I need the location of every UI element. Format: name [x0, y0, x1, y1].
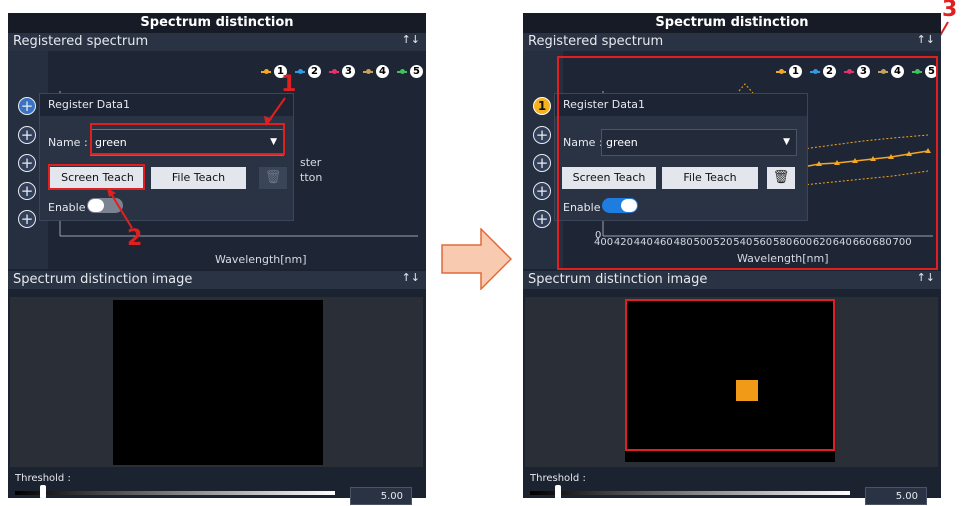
legend-number: 5 [924, 64, 939, 79]
chevron-down-icon: ▼ [783, 137, 790, 147]
legend: 1 2 3 4 5 [769, 64, 939, 79]
threshold-slider[interactable] [530, 491, 850, 495]
x-tick-label: 500 [693, 237, 713, 248]
name-label: Name : [563, 136, 603, 149]
callout-3: 3 [942, 0, 958, 22]
x-tick-label: 680 [872, 237, 892, 248]
enable-toggle[interactable] [602, 198, 638, 213]
series-lower-bound [802, 170, 929, 186]
legend-entry-2[interactable]: 2 [810, 64, 837, 79]
image-section-header: Spectrum distinction image ↑↓ [523, 271, 941, 289]
legend-entry-4[interactable]: 4 [878, 64, 905, 79]
legend-entry-3[interactable]: 3 [844, 64, 871, 79]
screen-teach-button[interactable]: Screen Teach [562, 167, 656, 189]
legend-number: 3 [856, 64, 871, 79]
threshold-value[interactable]: 5.00 [865, 487, 927, 505]
detected-region [736, 380, 758, 401]
x-tick-label: 580 [773, 237, 793, 248]
trash-icon[interactable]: 🗑 [767, 167, 795, 189]
x-tick-label: 540 [733, 237, 753, 248]
callout-2: 2 [127, 226, 143, 251]
right-panel: Spectrum distinction Registered spectrum… [523, 13, 941, 505]
x-tick-label: 560 [753, 237, 773, 248]
panel-title: Spectrum distinction [523, 13, 941, 33]
expand-collapse-icon[interactable]: ↑↓ [917, 31, 935, 49]
x-tick-label: 420 [613, 237, 633, 248]
name-dropdown[interactable]: green ▼ [601, 129, 797, 156]
callout-1: 1 [281, 72, 297, 97]
name-value: green [606, 136, 638, 149]
legend-number: 1 [788, 64, 803, 79]
threshold-slider-thumb[interactable] [555, 485, 561, 499]
distinction-image [625, 300, 835, 462]
x-tick-label: 620 [812, 237, 832, 248]
x-tick-label: 440 [633, 237, 653, 248]
x-tick-label: 400 [594, 237, 614, 248]
x-tick-label: 700 [892, 237, 912, 248]
x-tick-label: 520 [713, 237, 733, 248]
legend-entry-5[interactable]: 5 [912, 64, 939, 79]
dialog-header: Register Data1 [555, 94, 807, 116]
right-arrow-icon [441, 228, 513, 290]
enable-label: Enable [563, 201, 601, 214]
registered-spectrum-header: Registered spectrum ↑↓ [523, 33, 941, 51]
register-slot-5-button[interactable]: + [533, 210, 551, 228]
x-tick-label: 600 [793, 237, 813, 248]
x-tick-label: 640 [832, 237, 852, 248]
register-slot-4-button[interactable]: + [533, 182, 551, 200]
toggle-knob [621, 199, 637, 212]
x-tick-label: 660 [852, 237, 872, 248]
x-axis-title: Wavelength[nm] [737, 252, 829, 265]
register-slot-3-button[interactable]: + [533, 154, 551, 172]
series-peak-fragment [738, 83, 754, 94]
section-label: Registered spectrum [528, 34, 664, 49]
series-upper-bound [802, 134, 929, 150]
x-tick-label: 460 [653, 237, 673, 248]
file-teach-button[interactable]: File Teach [662, 167, 758, 189]
section-label: Spectrum distinction image [528, 272, 708, 287]
register-slot-1-button[interactable]: 1 [533, 97, 551, 115]
expand-collapse-icon[interactable]: ↑↓ [917, 269, 935, 287]
register-data-dialog: Register Data1 Name : green ▼ Screen Teac… [554, 93, 808, 221]
legend-number: 4 [890, 64, 905, 79]
legend-entry-1[interactable]: 1 [776, 64, 803, 79]
legend-number: 2 [822, 64, 837, 79]
x-tick-label: 480 [673, 237, 693, 248]
threshold-label: Threshold : [530, 473, 586, 484]
register-slot-2-button[interactable]: + [533, 126, 551, 144]
